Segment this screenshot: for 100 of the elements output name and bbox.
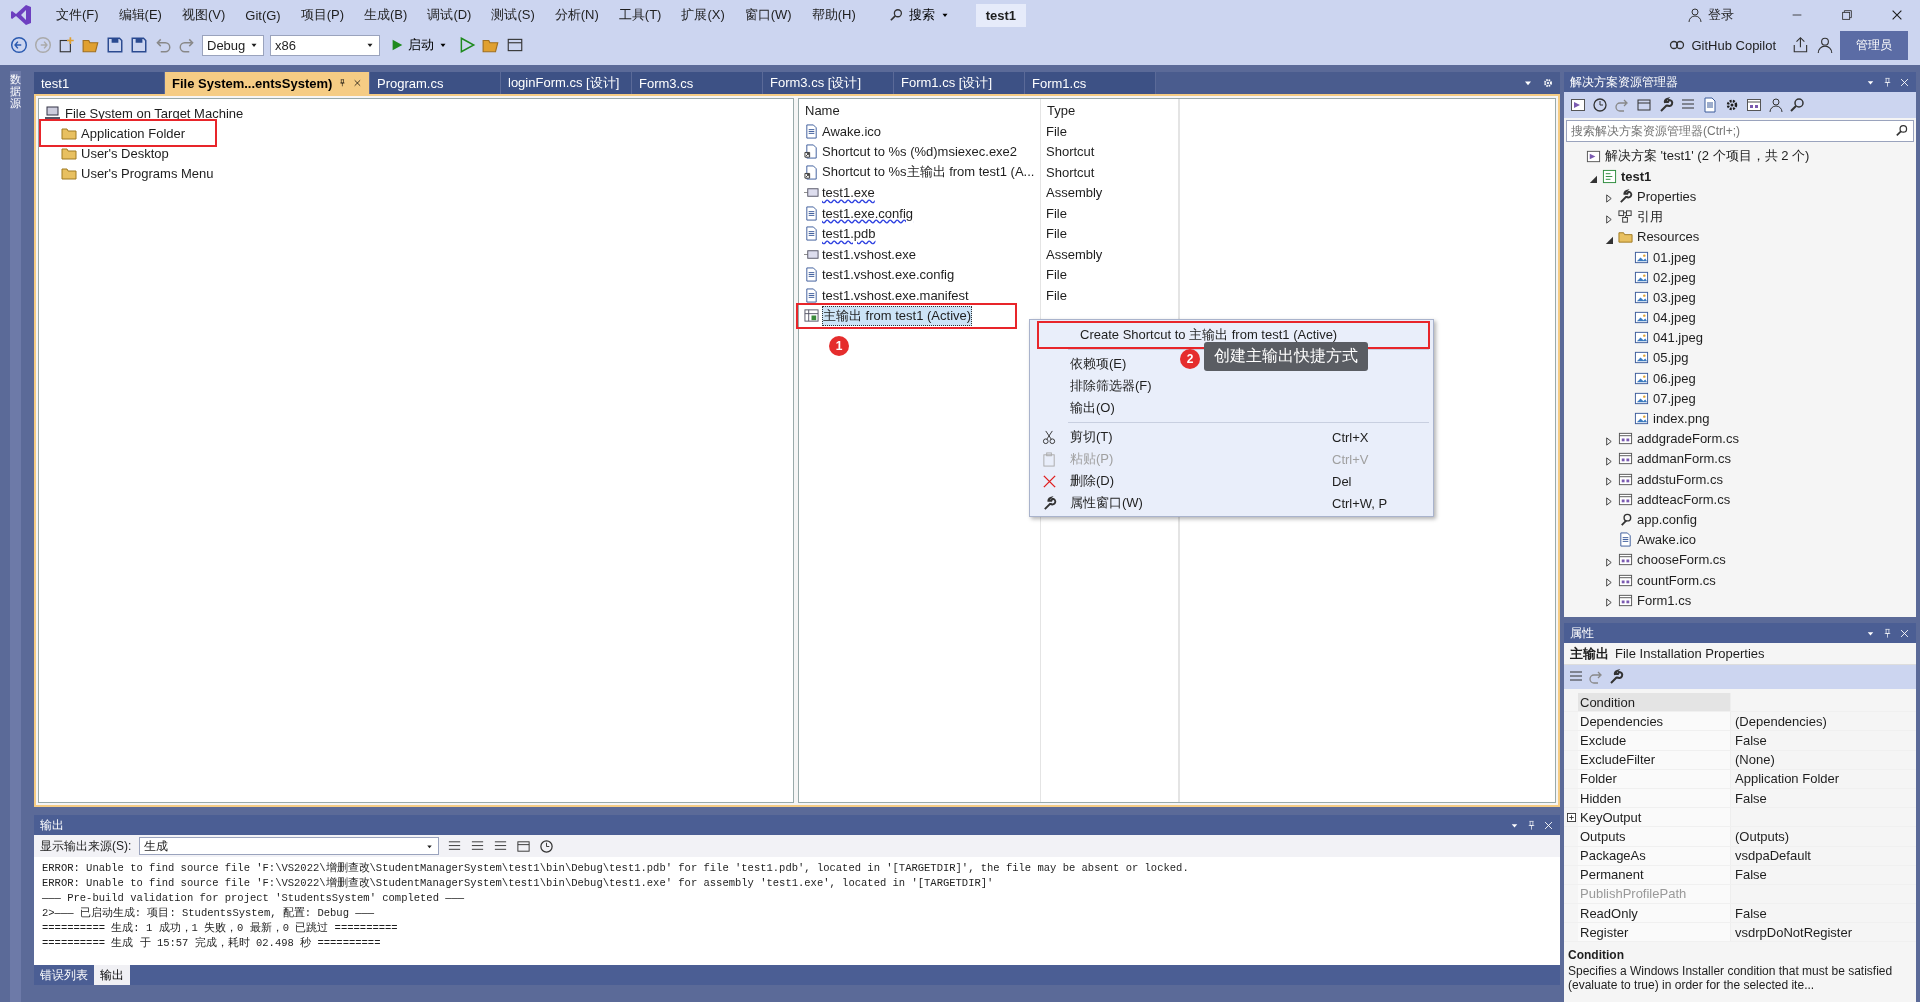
menu-item[interactable]: 工具(T)	[610, 3, 670, 27]
menu-item[interactable]: 扩展(X)	[673, 3, 733, 27]
property-name[interactable]: Exclude	[1578, 731, 1730, 750]
solution-icon[interactable]	[1570, 97, 1586, 113]
admin-badge[interactable]: 管理员	[1840, 30, 1908, 60]
file-name[interactable]: 主输出 from test1 (Active)	[822, 305, 973, 326]
menu-item[interactable]: 调试(D)	[419, 3, 480, 27]
property-value[interactable]: False	[1735, 867, 1767, 883]
tree-item[interactable]: test1	[1621, 168, 1652, 184]
collapsed-triangle-icon[interactable]	[1604, 557, 1613, 567]
menu-item[interactable]: 剪切(T) Ctrl+X	[1030, 426, 1433, 448]
tree-item[interactable]: Application Folder	[81, 125, 186, 141]
search-field[interactable]: 搜索解决方案资源管理器(Ctrl+;)	[1566, 120, 1914, 142]
document-tab[interactable]: Form3.cs [设计]	[763, 72, 894, 94]
document-icon[interactable]	[1702, 97, 1718, 113]
tree-item[interactable]: addteacForm.cs	[1637, 491, 1731, 507]
property-value[interactable]: False	[1735, 790, 1767, 806]
tree-item[interactable]: 解决方案 'test1' (2 个项目，共 2 个)	[1605, 147, 1810, 166]
file-name[interactable]: Shortcut to %s主输出 from test1 (A...	[822, 163, 1035, 182]
tree-item[interactable]: addgradeForm.cs	[1637, 431, 1739, 447]
document-tab[interactable]: Form3.cs	[632, 72, 763, 94]
person-icon[interactable]	[1816, 36, 1834, 54]
copilot-button[interactable]: GitHub Copilot	[1669, 37, 1776, 53]
tree-item[interactable]: User's Desktop	[81, 145, 169, 161]
menu-item[interactable]: 窗口(W)	[736, 3, 800, 27]
menu-item[interactable]: 分析(N)	[546, 3, 607, 27]
menu-item[interactable]: 排除筛选器(F)	[1030, 375, 1168, 397]
document-tab[interactable]: Form1.cs [设计]	[894, 72, 1025, 94]
start-button[interactable]: 启动	[386, 34, 452, 56]
property-name[interactable]: ReadOnly	[1578, 904, 1730, 923]
close-icon[interactable]	[1543, 819, 1554, 831]
tree-item[interactable]: 07.jpeg	[1653, 390, 1696, 406]
pin-icon[interactable]	[1526, 819, 1537, 831]
menu-item[interactable]: 测试(S)	[483, 3, 543, 27]
tree-item[interactable]: 06.jpeg	[1653, 370, 1696, 386]
property-value[interactable]: (Dependencies)	[1735, 713, 1827, 729]
side-tab[interactable]: 数据源	[9, 71, 21, 1002]
document-tab[interactable]: File System...entsSystem)	[165, 72, 370, 94]
tree-item[interactable]: 引用	[1637, 207, 1663, 226]
property-name[interactable]: Outputs	[1578, 827, 1730, 846]
tree-item[interactable]: addmanForm.cs	[1637, 451, 1731, 467]
wrench-icon[interactable]	[1608, 669, 1624, 685]
property-name[interactable]: KeyOutput	[1578, 808, 1730, 827]
tree-item[interactable]: Awake.ico	[1637, 532, 1696, 548]
person-icon[interactable]	[1768, 97, 1784, 113]
menu-item[interactable]: 文件(F)	[48, 3, 107, 27]
property-value[interactable]: vsdrpDoNotRegister	[1735, 924, 1853, 940]
form-icon[interactable]	[1746, 97, 1762, 113]
menu-item[interactable]: 依赖项(E)	[1030, 353, 1143, 375]
column-header[interactable]: Type	[1041, 99, 1178, 121]
expanded-triangle-icon[interactable]	[1588, 174, 1597, 184]
panel-tab[interactable]: 错误列表	[34, 965, 94, 985]
file-name[interactable]: test1.exe	[822, 185, 875, 201]
tree-item[interactable]: 02.jpeg	[1653, 269, 1696, 285]
output-source-dropdown[interactable]: 生成	[139, 837, 440, 855]
clock-icon[interactable]	[1592, 97, 1608, 113]
collapsed-triangle-icon[interactable]	[1604, 214, 1613, 224]
tree-item[interactable]: addstuForm.cs	[1637, 471, 1723, 487]
tree-item[interactable]: 05.jpg	[1653, 350, 1689, 366]
tree-item[interactable]: countForm.cs	[1637, 572, 1716, 588]
expand-icon[interactable]	[1566, 812, 1576, 822]
file-name[interactable]: test1.pdb	[822, 226, 876, 242]
tree-item[interactable]: 04.jpeg	[1653, 310, 1696, 326]
configuration-dropdown[interactable]: Debug	[202, 34, 264, 56]
property-value[interactable]: (Outputs)	[1735, 828, 1790, 844]
property-name[interactable]: Dependencies	[1578, 712, 1730, 731]
platform-dropdown[interactable]: x86	[270, 34, 380, 56]
tree-item[interactable]: 041.jpeg	[1653, 330, 1703, 346]
menu-item[interactable]: Git(G)	[237, 4, 289, 26]
menu-item[interactable]: 编辑(E)	[110, 3, 170, 27]
close-icon[interactable]	[1899, 76, 1910, 88]
document-tab[interactable]: Program.cs	[370, 72, 501, 94]
menu-item[interactable]: 删除(D) Del	[1030, 470, 1433, 492]
tree-item[interactable]: Resources	[1637, 229, 1700, 245]
tree-item[interactable]: User's Programs Menu	[81, 165, 214, 181]
document-tab[interactable]: loginForm.cs [设计]	[501, 72, 632, 94]
menu-item[interactable]: 输出(O)	[1030, 397, 1131, 419]
search-button[interactable]: 搜索	[881, 3, 958, 27]
share-icon[interactable]	[1792, 36, 1810, 54]
expanded-triangle-icon[interactable]	[1604, 234, 1613, 244]
tree-item[interactable]: Properties	[1637, 188, 1697, 204]
window-icon[interactable]	[506, 36, 524, 54]
clock-icon[interactable]	[539, 838, 555, 854]
sign-in-link[interactable]: 登录	[1687, 6, 1734, 24]
property-value[interactable]: False	[1735, 732, 1767, 748]
collapsed-triangle-icon[interactable]	[1604, 456, 1613, 466]
tree-item[interactable]: chooseForm.cs	[1637, 552, 1726, 568]
collapsed-triangle-icon[interactable]	[1604, 436, 1613, 446]
property-name[interactable]: Register	[1578, 923, 1730, 942]
collapsed-triangle-icon[interactable]	[1604, 578, 1613, 588]
window-icon[interactable]	[516, 838, 532, 854]
file-name[interactable]: test1.exe.config	[822, 205, 914, 221]
close-icon[interactable]	[1899, 627, 1910, 639]
tree-item[interactable]: 01.jpeg	[1653, 249, 1696, 265]
save-icon[interactable]	[130, 36, 148, 54]
panel-tab[interactable]: 输出	[94, 965, 130, 985]
pin-icon[interactable]	[1882, 76, 1893, 88]
collapsed-triangle-icon[interactable]	[1604, 477, 1613, 487]
play-outline-icon[interactable]	[458, 36, 476, 54]
settings-icon[interactable]	[1724, 97, 1740, 113]
